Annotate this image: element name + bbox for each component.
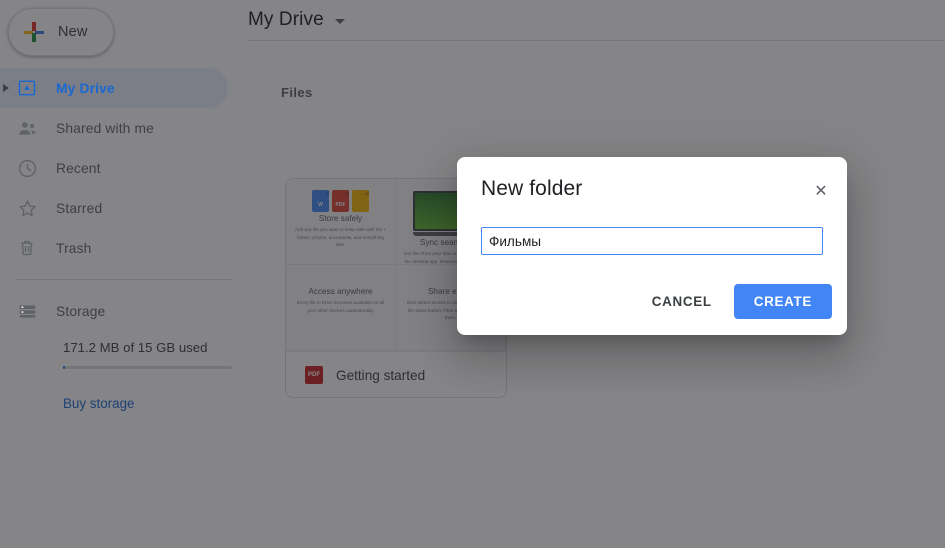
folder-name-input[interactable] (481, 227, 823, 255)
cancel-button[interactable]: CANCEL (638, 285, 726, 318)
close-icon[interactable]: ✕ (809, 180, 833, 204)
sidebar-item-label: My Drive (56, 80, 115, 96)
people-icon (16, 117, 38, 139)
sidebar-item-label: Shared with me (56, 120, 154, 136)
create-button[interactable]: CREATE (733, 284, 832, 319)
sidebar-item-label: Storage (56, 303, 106, 319)
sidebar-item-label: Starred (56, 200, 103, 216)
new-folder-dialog: New folder ✕ CANCEL CREATE (457, 157, 847, 335)
storage-icon (16, 300, 38, 322)
star-icon (16, 197, 38, 219)
sidebar-item-label: Recent (56, 160, 101, 176)
drive-app: New My Drive (0, 0, 945, 548)
clock-icon (16, 157, 38, 179)
dialog-title: New folder (481, 177, 583, 200)
trash-icon (16, 237, 38, 259)
sidebar-item-label: Trash (56, 240, 92, 256)
dialog-actions: CANCEL CREATE (638, 284, 832, 319)
expand-my-drive-icon[interactable] (3, 84, 9, 92)
drive-icon (16, 77, 38, 99)
